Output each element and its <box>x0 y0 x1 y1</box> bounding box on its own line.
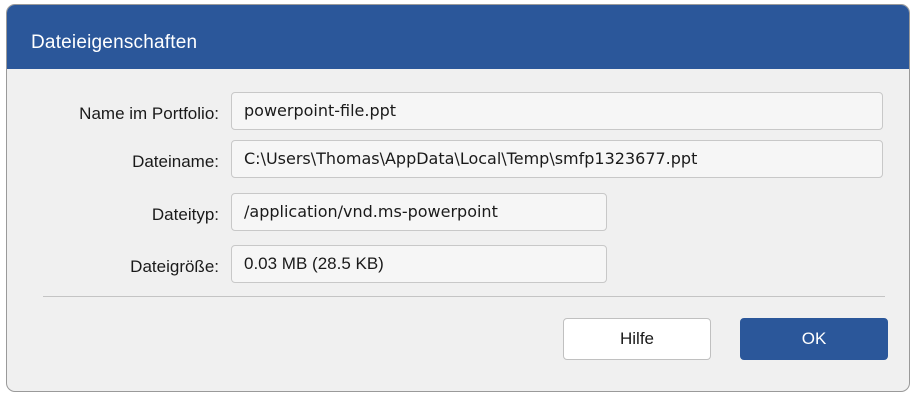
filetype-label: Dateityp: <box>151 205 219 224</box>
name-field[interactable]: powerpoint-file.ppt <box>231 92 883 130</box>
filesize-field[interactable]: 0.03 MB (28.5 KB) <box>231 245 607 283</box>
dialog-titlebar: Dateieigenschaften <box>7 5 909 69</box>
name-label: Name im Portfolio: <box>79 104 219 123</box>
filename-label: Dateiname: <box>132 152 219 171</box>
dialog-title: Dateieigenschaften <box>31 32 198 53</box>
help-button[interactable]: Hilfe <box>563 318 711 360</box>
filesize-label: Dateigröße: <box>130 257 219 276</box>
filetype-field[interactable]: /application/vnd.ms-powerpoint <box>231 193 607 231</box>
filename-field[interactable]: C:\Users\Thomas\AppData\Local\Temp\smfp1… <box>231 140 883 178</box>
ok-button[interactable]: OK <box>740 318 888 360</box>
file-properties-dialog: Dateieigenschaften Name im Portfolio: po… <box>6 4 910 392</box>
divider <box>43 296 885 297</box>
